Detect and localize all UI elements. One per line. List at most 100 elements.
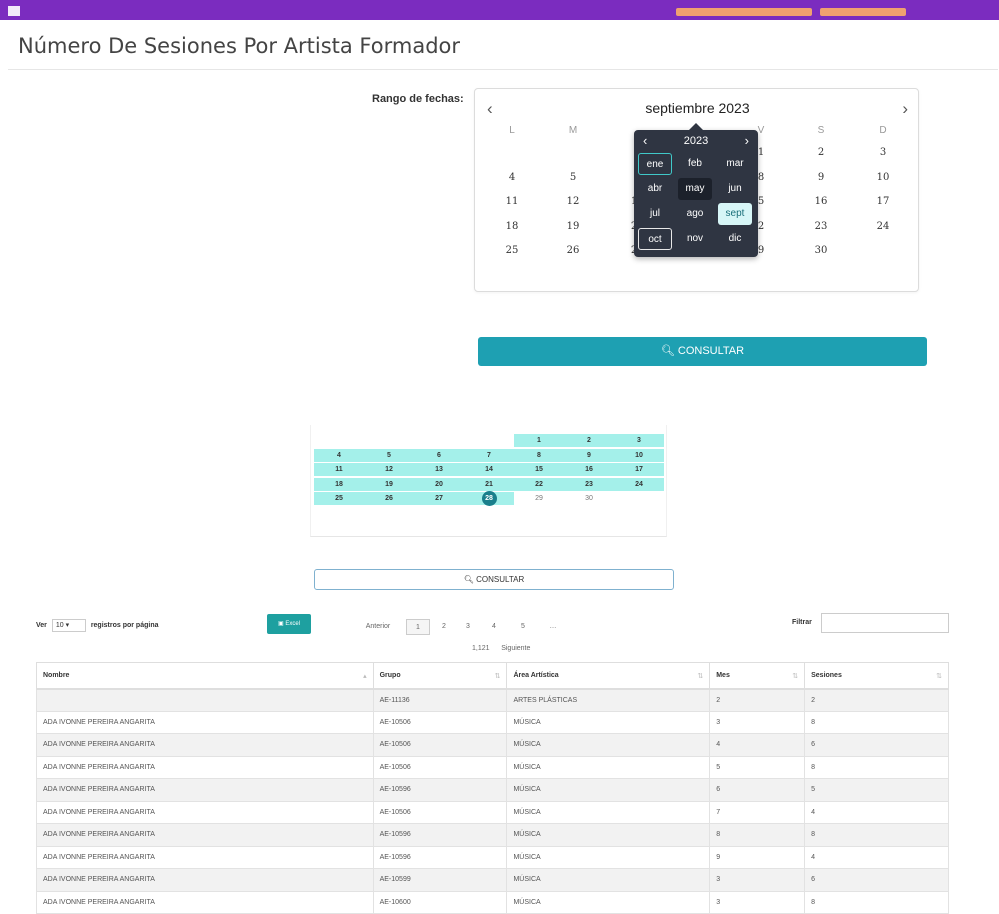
column-header[interactable]: Grupo ⇅ bbox=[372, 662, 508, 690]
next-month-icon[interactable]: › bbox=[902, 99, 908, 119]
table-cell: 8 bbox=[804, 755, 949, 779]
month-option-may[interactable]: may bbox=[678, 178, 712, 200]
excel-button[interactable]: ▣ Excel bbox=[267, 614, 311, 634]
pagination-page-1[interactable]: 1 bbox=[406, 619, 430, 635]
calendar-day[interactable]: 25 bbox=[492, 245, 532, 256]
month-option-abr[interactable]: abr bbox=[638, 178, 672, 200]
table-cell: ADA IVONNE PEREIRA ANGARITA bbox=[36, 845, 374, 869]
secondary-calendar-day[interactable]: 1 bbox=[514, 434, 564, 447]
secondary-calendar-day[interactable]: 10 bbox=[614, 448, 664, 462]
secondary-calendar-day[interactable]: 8 bbox=[514, 448, 564, 462]
calendar-day[interactable]: 12 bbox=[553, 196, 593, 207]
calendar-day[interactable]: 19 bbox=[553, 221, 593, 232]
sort-icon[interactable]: ⇅ bbox=[936, 672, 942, 680]
calendar-day[interactable]: 24 bbox=[863, 221, 903, 232]
month-option-jul[interactable]: jul bbox=[638, 203, 672, 225]
table-cell: AE-10596 bbox=[372, 778, 508, 802]
calendar-day[interactable]: 3 bbox=[863, 147, 903, 158]
pagination-page-5[interactable]: 5 bbox=[513, 619, 533, 635]
consult-button[interactable]: 🔍︎ CONSULTAR bbox=[478, 337, 927, 366]
table-cell: 6 bbox=[804, 868, 949, 892]
sort-icon[interactable]: ⇅ bbox=[495, 672, 501, 680]
calendar-day[interactable]: 23 bbox=[801, 221, 841, 232]
secondary-calendar-day[interactable]: 24 bbox=[614, 477, 664, 491]
month-option-nov[interactable]: nov bbox=[678, 228, 712, 250]
calendar-day[interactable]: 26 bbox=[553, 245, 593, 256]
consult-button-secondary[interactable]: 🔍︎ CONSULTAR bbox=[314, 569, 674, 590]
secondary-calendar-day[interactable]: 7 bbox=[464, 448, 514, 462]
secondary-calendar-day[interactable]: 2 bbox=[564, 434, 614, 447]
secondary-calendar-day[interactable]: 30 bbox=[564, 492, 614, 505]
secondary-calendar-day[interactable]: 27 bbox=[414, 492, 464, 505]
month-option-jun[interactable]: jun bbox=[718, 178, 752, 200]
secondary-calendar-day[interactable]: 19 bbox=[364, 477, 414, 491]
secondary-calendar-day[interactable]: 14 bbox=[464, 463, 514, 476]
month-option-feb[interactable]: feb bbox=[678, 153, 712, 175]
calendar-day[interactable]: 2 bbox=[801, 147, 841, 158]
column-header[interactable]: Nombre ▴ bbox=[36, 662, 374, 690]
pagination-page-2[interactable]: 2 bbox=[434, 619, 454, 635]
month-option-oct[interactable]: oct bbox=[638, 228, 672, 250]
pagination-last-page[interactable]: 1,121 bbox=[472, 645, 490, 652]
pagination-page-3[interactable]: 3 bbox=[458, 619, 478, 635]
secondary-calendar-day[interactable]: 29 bbox=[514, 492, 564, 505]
table-cell: 5 bbox=[804, 778, 949, 802]
calendar-day[interactable]: 11 bbox=[492, 196, 532, 207]
calendar-day[interactable]: 10 bbox=[863, 172, 903, 183]
table-cell: ADA IVONNE PEREIRA ANGARITA bbox=[36, 890, 374, 914]
secondary-calendar-day[interactable]: 16 bbox=[564, 463, 614, 476]
picker-year[interactable]: 2023 bbox=[634, 135, 758, 147]
column-header[interactable]: Mes ⇅ bbox=[709, 662, 806, 690]
calendar-month-title[interactable]: septiembre 2023 bbox=[475, 100, 920, 116]
filter-input[interactable] bbox=[821, 613, 949, 633]
secondary-calendar-day[interactable]: 3 bbox=[614, 434, 664, 447]
secondary-calendar-day[interactable]: 20 bbox=[414, 477, 464, 491]
table-cell: 3 bbox=[709, 890, 806, 914]
secondary-calendar-day[interactable]: 18 bbox=[314, 477, 364, 491]
sort-icon[interactable]: ⇅ bbox=[697, 672, 703, 680]
secondary-calendar-day[interactable]: 21 bbox=[464, 477, 514, 491]
calendar-day[interactable]: 30 bbox=[801, 245, 841, 256]
secondary-calendar-day[interactable]: 13 bbox=[414, 463, 464, 476]
calendar-day[interactable]: 4 bbox=[492, 172, 532, 183]
secondary-calendar-day[interactable]: 5 bbox=[364, 448, 414, 462]
month-option-mar[interactable]: mar bbox=[718, 153, 752, 175]
table-cell: 5 bbox=[709, 755, 806, 779]
sort-icon[interactable]: ⇅ bbox=[792, 672, 798, 680]
month-option-ene[interactable]: ene bbox=[638, 153, 672, 175]
column-header[interactable]: Área Artística ⇅ bbox=[506, 662, 711, 690]
page-size-select[interactable]: 10 ▾ bbox=[51, 619, 86, 632]
secondary-calendar-day[interactable]: 22 bbox=[514, 477, 564, 491]
navbar-button[interactable] bbox=[676, 8, 812, 16]
next-year-icon[interactable]: › bbox=[745, 133, 749, 148]
secondary-calendar-day[interactable]: 12 bbox=[364, 463, 414, 476]
secondary-calendar-day[interactable]: 25 bbox=[314, 492, 364, 505]
app-logo[interactable] bbox=[8, 6, 20, 16]
calendar-day[interactable]: 17 bbox=[863, 196, 903, 207]
secondary-calendar-day[interactable]: 17 bbox=[614, 463, 664, 476]
sort-icon[interactable]: ▴ bbox=[363, 672, 367, 680]
calendar-day[interactable]: 5 bbox=[553, 172, 593, 183]
secondary-calendar-day[interactable]: 23 bbox=[564, 477, 614, 491]
secondary-calendar-day[interactable]: 11 bbox=[314, 463, 364, 476]
pagination-page-4[interactable]: 4 bbox=[484, 619, 504, 635]
secondary-calendar-day[interactable]: 9 bbox=[564, 448, 614, 462]
calendar-day[interactable]: 9 bbox=[801, 172, 841, 183]
secondary-calendar-day[interactable]: 4 bbox=[314, 448, 364, 462]
month-option-ago[interactable]: ago bbox=[678, 203, 712, 225]
table-cell: 7 bbox=[709, 800, 806, 824]
pagination-previous[interactable]: Anterior bbox=[358, 619, 398, 635]
secondary-calendar-day[interactable]: 15 bbox=[514, 463, 564, 476]
table-cell: 6 bbox=[804, 733, 949, 757]
month-option-sept[interactable]: sept bbox=[718, 203, 752, 225]
secondary-calendar-day[interactable]: 26 bbox=[364, 492, 414, 505]
calendar-day[interactable]: 18 bbox=[492, 221, 532, 232]
month-option-dic[interactable]: dic bbox=[718, 228, 752, 250]
show-prefix: Ver bbox=[36, 622, 47, 629]
secondary-calendar-day[interactable]: 28 bbox=[464, 491, 514, 506]
secondary-calendar-day[interactable]: 6 bbox=[414, 448, 464, 462]
column-header[interactable]: Sesiones ⇅ bbox=[804, 662, 949, 690]
calendar-day[interactable]: 16 bbox=[801, 196, 841, 207]
pagination-next[interactable]: Siguiente bbox=[501, 645, 530, 652]
navbar-button-secondary[interactable] bbox=[820, 8, 906, 16]
